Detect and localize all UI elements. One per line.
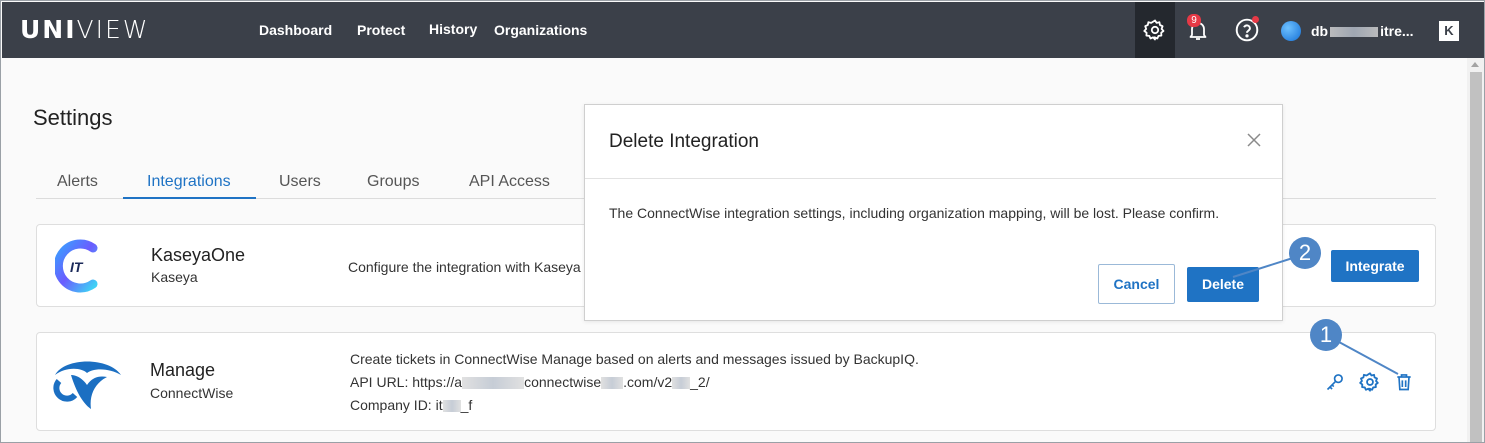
delete-button[interactable]: Delete	[1187, 267, 1259, 302]
integration-settings-button[interactable]	[1359, 371, 1381, 393]
key-icon	[1326, 374, 1343, 391]
page-title: Settings	[33, 105, 113, 130]
integration-vendor: ConnectWise	[150, 385, 234, 401]
nav-history[interactable]: History	[429, 21, 477, 37]
tab-api-access[interactable]: API Access	[469, 173, 550, 191]
redacted-api-url-host	[462, 377, 525, 390]
notification-count-badge: 9	[1187, 14, 1201, 27]
close-icon	[1247, 133, 1261, 147]
user-menu[interactable]: db itre...	[1311, 23, 1414, 39]
dialog-message: The ConnectWise integration settings, in…	[609, 205, 1220, 221]
svg-text:IT: IT	[70, 259, 84, 275]
delete-integration-dialog: Delete Integration The ConnectWise integ…	[584, 104, 1283, 321]
callout-step-2: 2	[1289, 237, 1321, 269]
gear-icon	[1143, 19, 1165, 41]
dialog-title: Delete Integration	[609, 131, 759, 152]
callout-step-1: 1	[1310, 319, 1342, 351]
active-tab-indicator	[123, 197, 256, 199]
notifications-button[interactable]: 9	[1178, 2, 1218, 58]
gear-icon	[1359, 372, 1379, 392]
redacted-api-url-domain	[601, 377, 624, 390]
cancel-button[interactable]: Cancel	[1098, 264, 1175, 304]
integration-description: Create tickets in ConnectWise Manage bas…	[350, 351, 919, 367]
integration-name: KaseyaOne	[151, 245, 246, 265]
settings-gear-button[interactable]	[1135, 2, 1175, 58]
tab-alerts[interactable]: Alerts	[57, 173, 98, 191]
app-window: UNIVIEW Dashboard Protect History Organi…	[0, 0, 1485, 443]
nav-protect[interactable]: Protect	[357, 22, 405, 38]
redacted-company-id	[442, 400, 461, 413]
help-alert-dot	[1252, 16, 1259, 23]
scrollbar-thumb[interactable]	[1470, 72, 1482, 442]
integration-vendor: Kaseya	[151, 269, 198, 285]
redacted-username	[1330, 27, 1379, 38]
api-url-text: API URL: https://a connectwise .com/v2 _2/	[350, 374, 710, 390]
tab-users[interactable]: Users	[279, 173, 321, 191]
integration-description: Configure the integration with Kaseya	[348, 259, 581, 275]
kaseya-launcher-icon[interactable]: K	[1439, 21, 1459, 41]
tab-groups[interactable]: Groups	[367, 173, 419, 191]
integration-name: Manage	[150, 360, 216, 380]
integrate-button[interactable]: Integrate	[1331, 250, 1419, 282]
nav-dashboard[interactable]: Dashboard	[259, 22, 332, 38]
integration-card-connectwise: Manage ConnectWise Create tickets in Con…	[36, 332, 1436, 431]
company-id-text: Company ID: it _f	[350, 397, 473, 413]
nav-organizations[interactable]: Organizations	[494, 22, 587, 38]
vertical-scrollbar[interactable]	[1467, 58, 1484, 442]
trash-icon	[1397, 374, 1411, 391]
help-button[interactable]	[1227, 2, 1267, 58]
uniview-logo[interactable]: UNIVIEW	[20, 15, 150, 44]
user-avatar[interactable]	[1281, 21, 1301, 41]
connectwise-logo-icon	[51, 351, 123, 411]
delete-integration-button[interactable]	[1393, 371, 1415, 393]
close-dialog-button[interactable]	[1245, 131, 1263, 149]
top-navigation-bar: UNIVIEW Dashboard Protect History Organi…	[2, 2, 1484, 58]
kaseya-it-logo-icon: IT	[53, 238, 103, 294]
dialog-divider	[585, 178, 1282, 179]
scroll-up-arrow-icon[interactable]	[1471, 62, 1479, 67]
edit-credentials-button[interactable]	[1324, 371, 1346, 393]
tab-integrations[interactable]: Integrations	[147, 173, 231, 191]
redacted-api-url-version	[672, 377, 691, 390]
